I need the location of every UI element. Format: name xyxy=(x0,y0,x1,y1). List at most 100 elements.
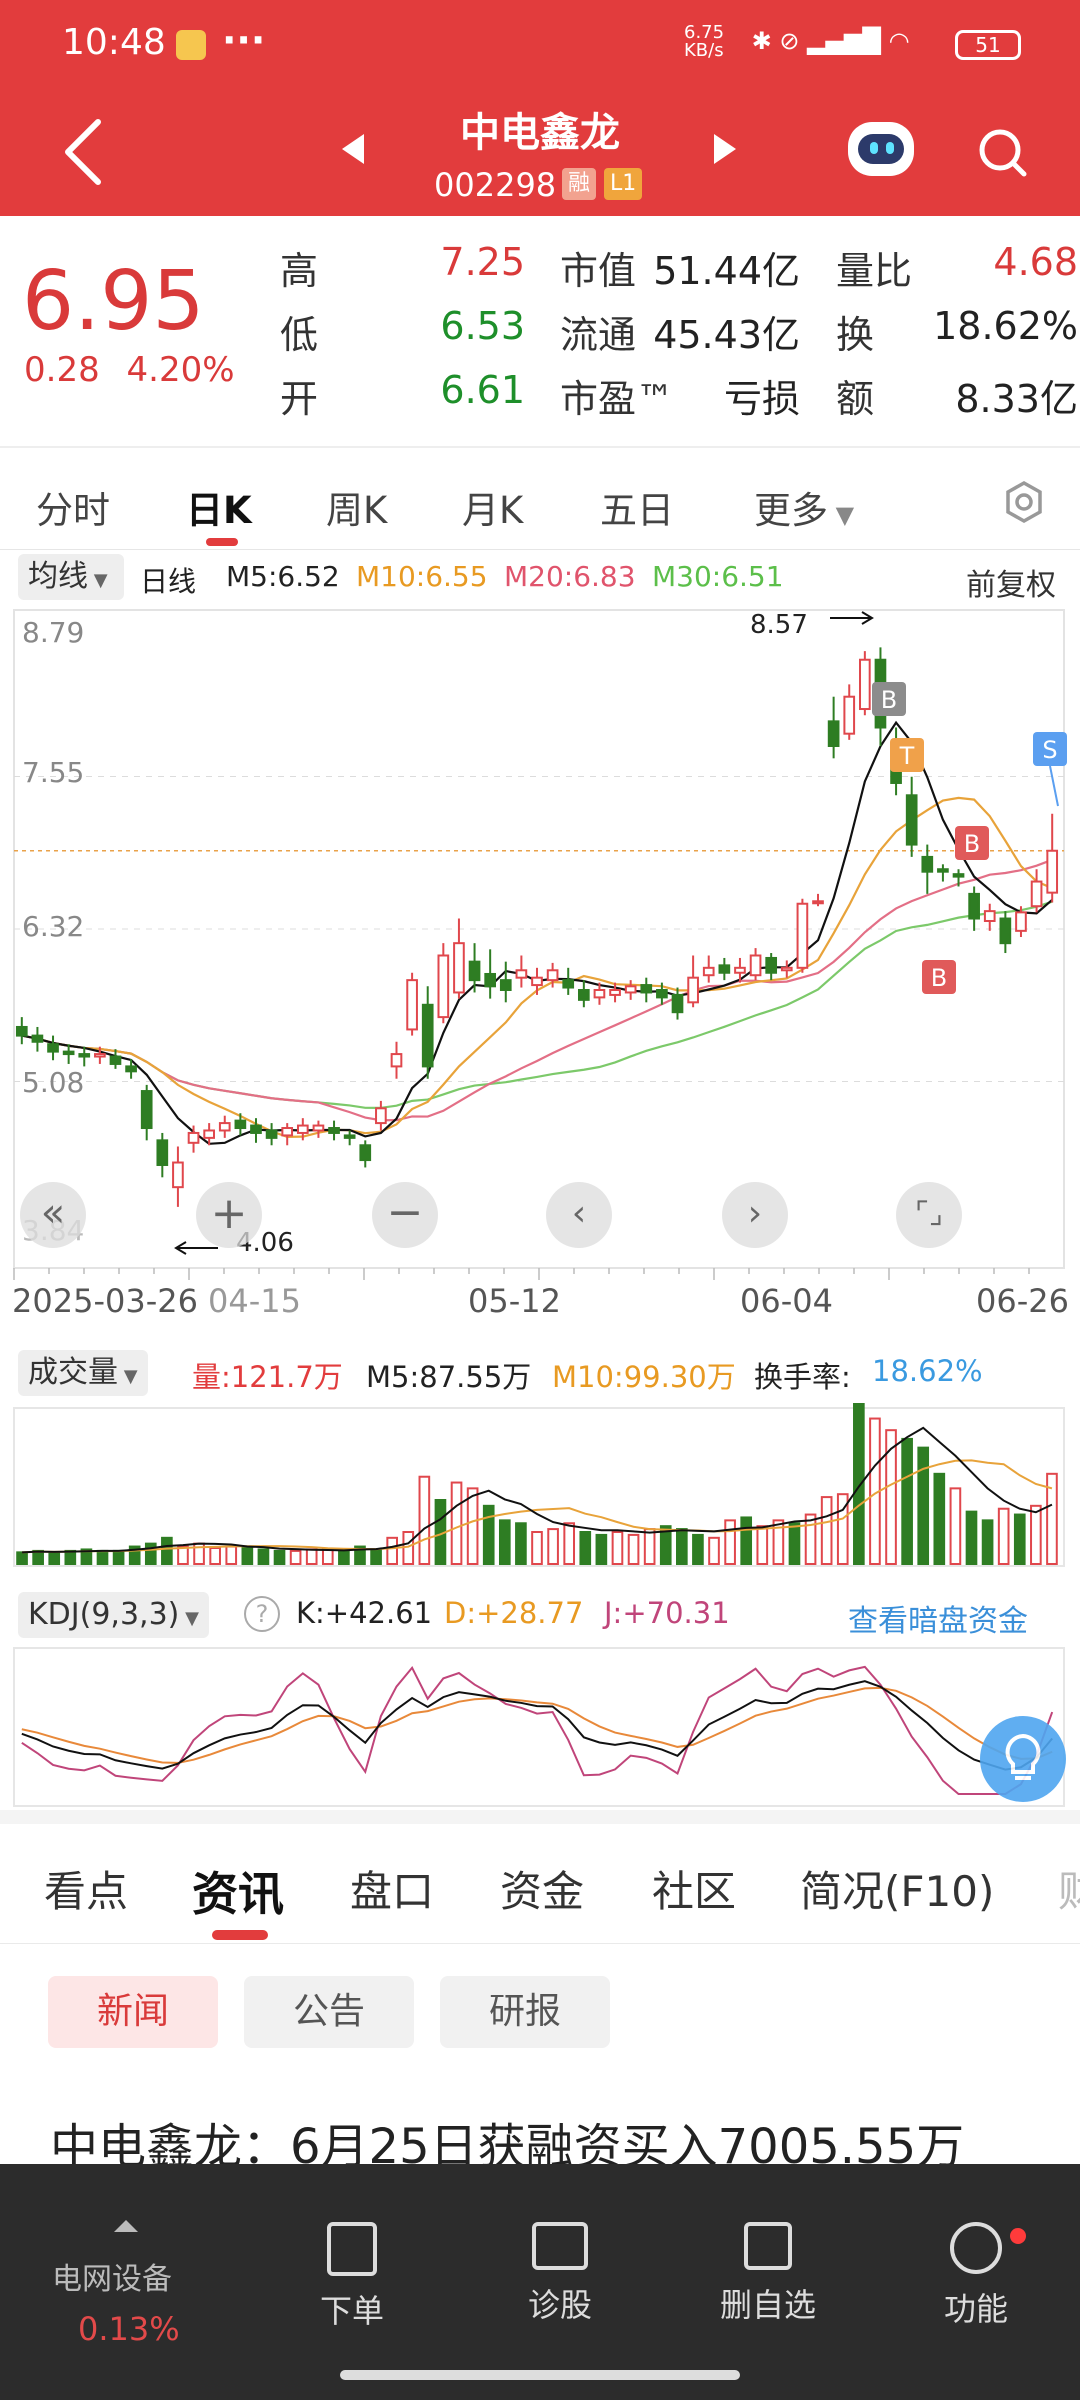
volume-ratio-label: 量比 xyxy=(836,249,913,293)
fullscreen-icon[interactable]: ⌜⌟ xyxy=(896,1182,962,1248)
adjust-mode[interactable]: 前复权 xyxy=(966,560,1056,604)
candle-body xyxy=(1030,880,1043,908)
robot-face xyxy=(858,134,904,164)
volume-bar xyxy=(901,1437,913,1565)
tab-funds[interactable]: 资金 xyxy=(500,1858,584,1919)
volume-bar xyxy=(933,1472,946,1565)
remove-watchlist-button[interactable]: 删自选 xyxy=(698,2222,838,2326)
change-value: 0.28 xyxy=(24,350,100,390)
info-tabs: 看点 资讯 盘口 资金 社区 简况(F10) 财 xyxy=(0,1824,1080,1944)
tab-news-info[interactable]: 资讯 xyxy=(192,1858,284,1924)
x-tick-1: 04-15 xyxy=(208,1282,301,1320)
candle-body xyxy=(562,979,575,989)
tab-more[interactable]: 更多 ▼ xyxy=(754,480,854,534)
candle-body xyxy=(359,1144,372,1162)
zoom-in-icon[interactable]: + xyxy=(196,1182,262,1248)
candle-body xyxy=(281,1127,294,1137)
candle-body xyxy=(656,989,668,999)
kdj-svg xyxy=(13,1647,1065,1807)
volume-bar xyxy=(949,1487,962,1565)
home-indicator[interactable] xyxy=(340,2370,740,2380)
candle-body xyxy=(687,976,699,1004)
kdj-panel[interactable]: KDJ(9,3,3) ▼ ? K:+42.61 D:+28.77 J:+70.3… xyxy=(0,1584,1080,1810)
volume-bar xyxy=(997,1507,1010,1566)
volume-bar xyxy=(788,1522,801,1565)
indicator-select[interactable]: 均线 ▼ xyxy=(18,554,124,600)
volume-bar xyxy=(161,1536,173,1565)
candle-body xyxy=(234,1119,247,1130)
tab-highlights[interactable]: 看点 xyxy=(44,1858,128,1919)
candle-body xyxy=(406,979,418,1031)
open-value: 6.61 xyxy=(440,368,525,412)
x-tick-3: 06-04 xyxy=(740,1282,833,1320)
candle-body xyxy=(640,984,653,994)
candle-body xyxy=(328,1127,340,1134)
diagnose-button[interactable]: 诊股 xyxy=(490,2222,630,2326)
high-label: 高 xyxy=(280,249,319,293)
pill-news[interactable]: 新闻 xyxy=(48,1976,218,2048)
tab-daily-k[interactable]: 日K xyxy=(186,480,252,534)
chart-frame xyxy=(13,609,1065,1269)
float-cap-label: 流通 xyxy=(560,313,637,357)
tab-weekly-k[interactable]: 周K xyxy=(326,480,387,534)
news-headline[interactable]: 中电鑫龙：6月25日获融资买入7005.55万元，占当日流入资金比例为12.41… xyxy=(50,2114,1050,2164)
robot-eye xyxy=(870,142,878,154)
candle-body xyxy=(749,954,762,977)
pill-research[interactable]: 研报 xyxy=(440,1976,610,2048)
candle-body xyxy=(1015,911,1027,932)
tab-finance[interactable]: 财 xyxy=(1058,1858,1080,1919)
status-icons: 6.75 KB/s ✱ ⊘ ▂▄▆█ ◠ xyxy=(684,22,910,61)
diagnose-icon xyxy=(532,2222,588,2270)
high-marker-label: 8.57 xyxy=(750,610,808,640)
volume-panel[interactable]: 成交量 ▼ 量:121.7万 M5:87.55万 M10:99.30万 换手率:… xyxy=(0,1340,1080,1584)
lightbulb-glyph xyxy=(1005,1733,1041,1780)
scroll-first-icon[interactable]: « xyxy=(20,1182,86,1248)
volume-bar xyxy=(981,1519,994,1565)
y-tick-0: 8.79 xyxy=(22,616,85,649)
place-order-button[interactable]: 下单 xyxy=(282,2222,422,2332)
ma10-value: M10:6.55 xyxy=(356,560,488,593)
settings-icon[interactable] xyxy=(1002,480,1046,524)
lightbulb-icon[interactable] xyxy=(980,1716,1066,1802)
volume-bar xyxy=(450,1481,463,1565)
volume-bar xyxy=(740,1516,753,1565)
volume-bar xyxy=(820,1496,833,1565)
candle-body xyxy=(343,1134,356,1139)
next-stock-icon[interactable] xyxy=(714,134,736,164)
scroll-left-icon[interactable]: ‹ xyxy=(546,1182,612,1248)
zoom-out-icon[interactable]: − xyxy=(372,1182,438,1248)
robot-eye xyxy=(886,142,894,154)
tab-monthly-k[interactable]: 月K xyxy=(462,480,523,534)
tab-profile-f10[interactable]: 简况(F10) xyxy=(800,1858,994,1919)
scroll-right-icon[interactable]: › xyxy=(722,1182,788,1248)
tab-timeshare[interactable]: 分时 xyxy=(36,480,110,534)
open-label: 开 xyxy=(280,377,319,421)
candle-body xyxy=(250,1124,262,1134)
candle-body xyxy=(453,942,465,994)
volume-bar xyxy=(917,1446,930,1565)
news-section: 新闻 公告 研报 中电鑫龙：6月25日获融资买入7005.55万元，占当日流入资… xyxy=(0,1944,1080,2164)
candle-body xyxy=(47,1043,59,1053)
volume-bar xyxy=(1030,1504,1042,1565)
search-icon[interactable] xyxy=(976,126,1028,178)
tab-community[interactable]: 社区 xyxy=(652,1858,736,1919)
pill-announcements[interactable]: 公告 xyxy=(244,1976,414,2048)
candle-body xyxy=(203,1129,215,1139)
candle-body xyxy=(140,1090,153,1130)
candle-body xyxy=(15,1025,28,1037)
caret-up-icon[interactable] xyxy=(114,2220,138,2232)
section-gap xyxy=(0,1810,1080,1824)
candle-body xyxy=(390,1053,403,1068)
volume-bar xyxy=(466,1487,479,1565)
tab-order-book[interactable]: 盘口 xyxy=(350,1858,434,1919)
candle-body xyxy=(499,979,512,992)
app-notification-icon xyxy=(176,30,206,60)
marker-t-label: T xyxy=(899,742,915,770)
candle-body xyxy=(78,1053,91,1058)
candle-body xyxy=(577,989,590,1001)
active-tab-indicator xyxy=(206,538,238,546)
bottom-action-bar: 电网设备 0.13% 下单 诊股 删自选 功能 xyxy=(0,2164,1080,2400)
sector-name[interactable]: 电网设备 xyxy=(52,2254,172,2298)
tab-five-day[interactable]: 五日 xyxy=(600,480,674,534)
turnover-value: 18.62% xyxy=(933,304,1078,348)
